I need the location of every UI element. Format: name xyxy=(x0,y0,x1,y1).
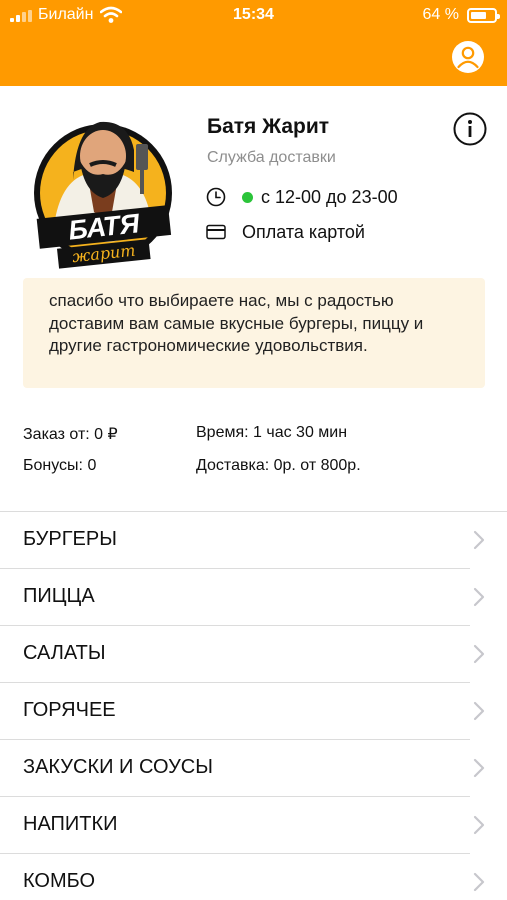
menu-item-label: БУРГЕРЫ xyxy=(23,528,117,550)
restaurant-logo: БАТЯ жарит xyxy=(34,121,172,269)
credit-card-icon xyxy=(206,224,226,240)
menu-item-label: ЗАКУСКИ И СОУСЫ xyxy=(23,756,213,778)
bonus-count: Бонусы: 0 xyxy=(23,457,97,474)
chevron-right-icon xyxy=(473,872,485,892)
info-icon[interactable] xyxy=(453,112,487,146)
menu-item-drinks[interactable]: НАПИТКИ xyxy=(0,797,507,854)
menu-item-label: НАПИТКИ xyxy=(23,813,118,835)
hours-text: с 12-00 до 23-00 xyxy=(261,186,398,207)
notice-text: спасибо что выбираете нас, мы с радостью… xyxy=(49,291,424,355)
menu-item-burgers[interactable]: БУРГЕРЫ xyxy=(0,512,507,569)
menu-item-pizza[interactable]: ПИЦЦА xyxy=(0,569,507,626)
chevron-right-icon xyxy=(473,587,485,607)
app-header: Билайн 15:34 64 % xyxy=(0,0,507,86)
menu-item-salads[interactable]: САЛАТЫ xyxy=(0,626,507,683)
working-hours: с 12-00 до 23-00 xyxy=(206,185,398,209)
category-menu: БУРГЕРЫ ПИЦЦА САЛАТЫ ГОРЯЧЕЕ ЗАКУСКИ И С… xyxy=(0,512,507,900)
menu-item-label: КОМБО xyxy=(23,870,96,892)
status-bar: Билайн 15:34 64 % xyxy=(0,0,507,34)
menu-item-combo[interactable]: КОМБО xyxy=(0,854,507,900)
restaurant-name: Батя Жарит xyxy=(207,115,330,138)
restaurant-subtitle: Служба доставки xyxy=(207,149,336,166)
notice-banner: спасибо что выбираете нас, мы с радостью… xyxy=(23,278,485,388)
battery-icon xyxy=(467,8,500,23)
battery-percent: 64 % xyxy=(422,6,459,23)
menu-item-hot-dishes[interactable]: ГОРЯЧЕЕ xyxy=(0,683,507,740)
menu-item-label: ПИЦЦА xyxy=(23,585,95,607)
payment-method: Оплата картой xyxy=(206,220,365,244)
open-status-dot xyxy=(242,191,253,203)
chevron-right-icon xyxy=(473,758,485,778)
delivery-time: Время: 1 час 30 мин xyxy=(196,424,348,441)
user-circle-icon[interactable] xyxy=(451,40,485,74)
min-order: Заказ от: 0 ₽ xyxy=(23,426,118,443)
chevron-right-icon xyxy=(473,815,485,835)
menu-item-label: САЛАТЫ xyxy=(23,642,106,664)
menu-item-snacks-sauces[interactable]: ЗАКУСКИ И СОУСЫ xyxy=(0,740,507,797)
menu-item-label: ГОРЯЧЕЕ xyxy=(23,699,116,721)
chevron-right-icon xyxy=(473,644,485,664)
chevron-right-icon xyxy=(473,530,485,550)
payment-text: Оплата картой xyxy=(242,221,365,242)
chevron-right-icon xyxy=(473,701,485,721)
delivery-cost: Доставка: 0р. от 800р. xyxy=(196,457,361,474)
clock-icon xyxy=(206,187,226,207)
